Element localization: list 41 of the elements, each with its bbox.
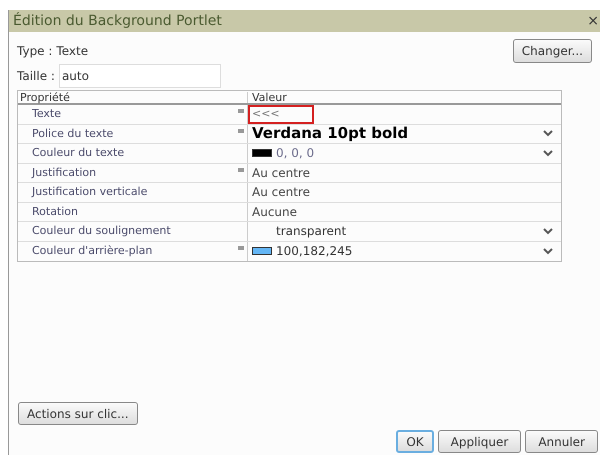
dialog-button[interactable]: OK (396, 430, 434, 453)
value-text: 0, 0, 0 (276, 145, 314, 162)
chevron-down-icon[interactable] (543, 130, 553, 138)
property-label: Couleur d'arrière-plan (32, 243, 152, 259)
property-label: Justification (32, 164, 96, 180)
size-field[interactable]: auto (58, 64, 221, 88)
type-label: Type : (17, 43, 52, 60)
chevron-down-icon[interactable] (543, 228, 553, 235)
property-label: Couleur du soulignement (32, 223, 171, 239)
dialog-button[interactable]: Annuler (525, 430, 598, 453)
value-text: Aucune (252, 204, 298, 221)
chevron-down-icon[interactable] (543, 150, 553, 157)
value-text: Verdana 10pt bold (252, 126, 408, 142)
property-label: Couleur du texte (32, 145, 124, 161)
close-button[interactable]: × (587, 14, 600, 28)
dialog-button[interactable]: Appliquer (438, 430, 522, 453)
value-text: <<< (252, 106, 280, 122)
value-text: 100,182,245 (276, 243, 352, 260)
type-value: Texte (56, 43, 88, 60)
column-header: Propriété (18, 92, 248, 102)
change-button[interactable]: Changer... (512, 39, 592, 63)
column-header: Valeur (251, 92, 287, 102)
property-row[interactable]: Rotation Aucune (18, 202, 561, 222)
value-text: Au centre (252, 184, 310, 202)
chevron-down-icon[interactable] (543, 248, 553, 255)
property-row[interactable]: Police du texte Verdana 10pt bold (18, 124, 561, 144)
property-row[interactable]: Texte <<< (18, 105, 561, 124)
property-label: Police du texte (32, 126, 114, 142)
size-label: Taille : (17, 68, 55, 85)
property-label: Texte (32, 106, 62, 122)
value-text: transparent (276, 223, 346, 240)
property-row[interactable]: Couleur du texte 0, 0, 0 (18, 144, 561, 164)
property-label: Rotation (32, 204, 78, 220)
property-row[interactable]: Couleur du soulignement transparent (18, 222, 561, 242)
property-row[interactable]: Justification Au centre (18, 164, 561, 183)
property-label: Justification verticale (32, 184, 148, 200)
value-text: Au centre (252, 164, 310, 182)
property-row[interactable]: Justification verticale Au centre (18, 183, 561, 202)
actions-button[interactable]: Actions sur clic... (18, 402, 138, 425)
window-title: Édition du Background Portlet (13, 11, 222, 30)
property-row[interactable]: Couleur d'arrière-plan 100,182,245 (18, 242, 561, 261)
